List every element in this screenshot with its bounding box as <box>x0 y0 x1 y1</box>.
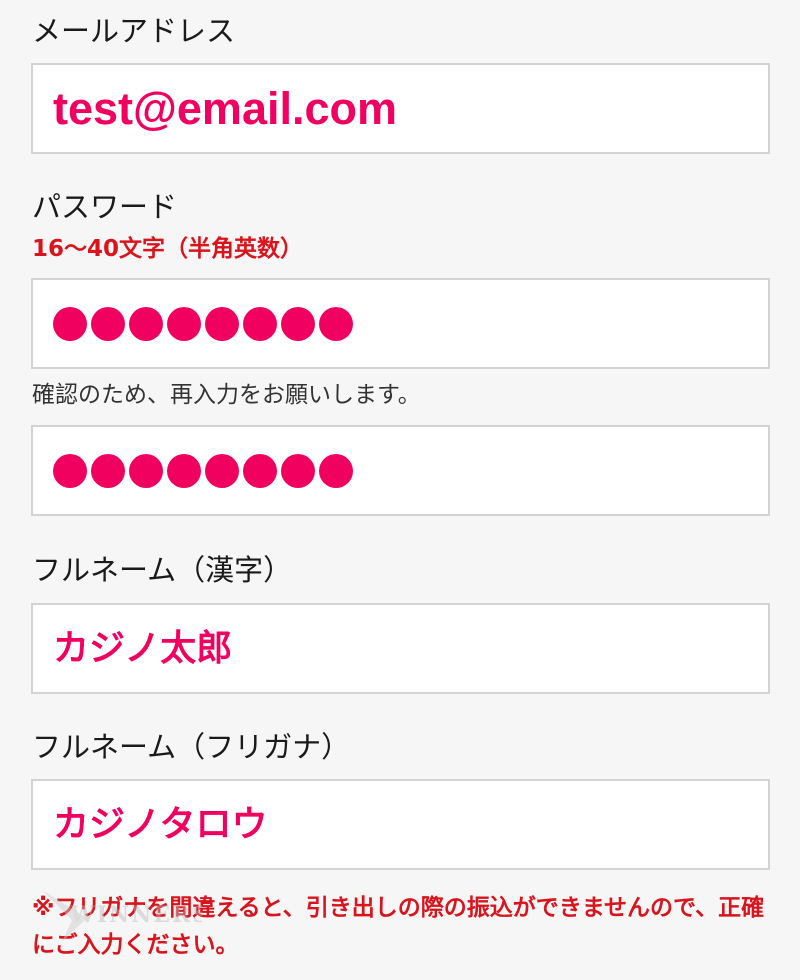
mask-dot <box>243 306 277 341</box>
mask-dot <box>319 453 353 488</box>
mask-dot <box>167 453 201 488</box>
mask-dot <box>91 453 125 488</box>
mask-dot <box>281 453 315 488</box>
email-label: メールアドレス <box>32 14 236 48</box>
password-rule: 16～40文字（半角英数） <box>32 236 304 262</box>
fullname-kanji-label: フルネーム（漢字） <box>32 553 293 587</box>
mask-dot <box>243 453 277 488</box>
mask-dot <box>281 306 315 341</box>
mask-dot <box>53 453 87 488</box>
password-mask <box>53 306 353 341</box>
password-confirm-hint: 確認のため、再入力をお願いします。 <box>32 382 421 408</box>
furigana-warning: ※フリガナを間違えると、引き出しの際の振込ができませんので、正確にご入力ください… <box>32 895 765 958</box>
registration-form: メールアドレス test@email.com パスワード 16～40文字（半角英… <box>0 0 800 980</box>
password-field[interactable] <box>31 278 770 369</box>
email-value: test@email.com <box>53 83 398 134</box>
fullname-kana-field[interactable]: カジノタロウ <box>31 779 770 870</box>
fullname-kana-label: フルネーム（フリガナ） <box>32 730 351 764</box>
mask-dot <box>129 306 163 341</box>
password-label: パスワード <box>32 190 178 224</box>
email-field[interactable]: test@email.com <box>31 63 770 154</box>
password-confirm-mask <box>53 453 353 488</box>
fullname-kanji-value: カジノ太郎 <box>53 627 233 669</box>
mask-dot <box>167 306 201 341</box>
fullname-kana-value: カジノタロウ <box>53 803 268 845</box>
fullname-kanji-field[interactable]: カジノ太郎 <box>31 603 770 694</box>
password-confirm-field[interactable] <box>31 425 770 516</box>
mask-dot <box>319 306 353 341</box>
mask-dot <box>129 453 163 488</box>
mask-dot <box>205 306 239 341</box>
mask-dot <box>91 306 125 341</box>
mask-dot <box>205 453 239 488</box>
mask-dot <box>53 306 87 341</box>
